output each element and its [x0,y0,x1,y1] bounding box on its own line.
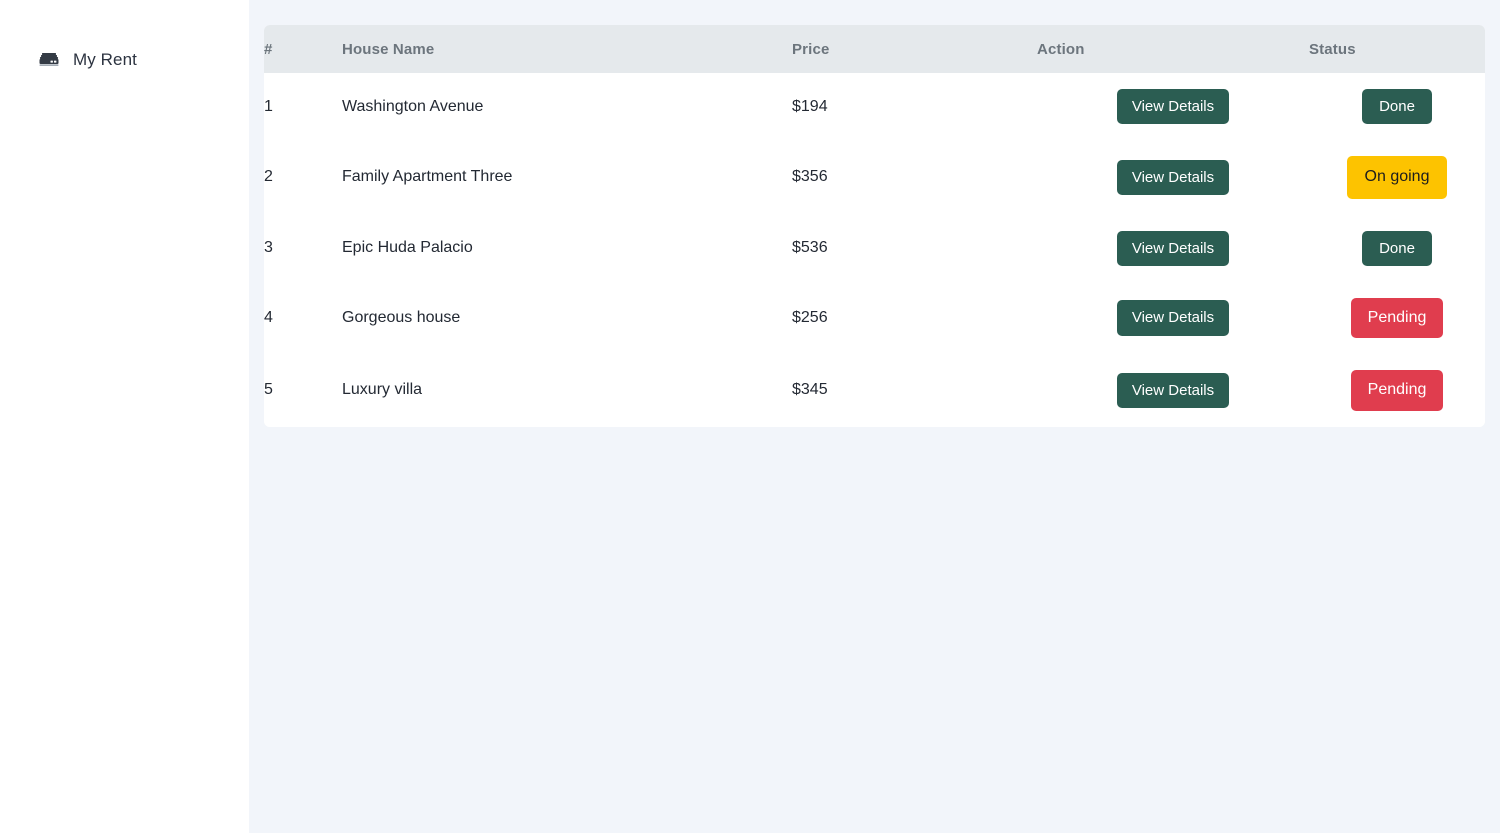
status-cell: On going [1309,140,1485,215]
status-cell: Pending [1309,281,1485,355]
sidebar-item-my-rent[interactable]: My Rent [0,44,249,76]
table-body: 1 Washington Avenue $194 View Details Do… [264,73,1485,427]
action-cell: View Details [1037,140,1309,215]
row-number: 2 [264,140,342,215]
house-price: $256 [792,281,1037,355]
row-number: 4 [264,281,342,355]
sidebar-item-label: My Rent [73,50,137,69]
action-cell: View Details [1037,73,1309,141]
status-cell: Done [1309,73,1485,141]
status-cell: Done [1309,214,1485,282]
status-badge[interactable]: Pending [1350,297,1444,339]
table-header-row: # House Name Price Action Status [264,25,1485,73]
table-row: 2 Family Apartment Three $356 View Detai… [264,140,1485,215]
rent-table: # House Name Price Action Status 1 Washi… [264,25,1485,427]
row-number: 5 [264,354,342,427]
column-header-house-name: House Name [342,25,792,73]
house-price: $356 [792,140,1037,215]
status-badge[interactable]: Done [1362,89,1432,125]
table-head: # House Name Price Action Status [264,25,1485,73]
view-details-button[interactable]: View Details [1116,372,1230,409]
house-name: Family Apartment Three [342,140,792,215]
house-name: Washington Avenue [342,73,792,141]
table-row: 4 Gorgeous house $256 View Details Pendi… [264,281,1485,355]
table-row: 1 Washington Avenue $194 View Details Do… [264,73,1485,141]
row-number: 3 [264,214,342,282]
house-price: $345 [792,354,1037,427]
rent-table-card: # House Name Price Action Status 1 Washi… [264,25,1485,427]
house-name: Luxury villa [342,354,792,427]
sidebar: My Rent [0,0,249,833]
house-name: Gorgeous house [342,281,792,355]
status-badge[interactable]: Pending [1350,370,1444,411]
bed-icon [38,50,62,70]
table-row: 5 Luxury villa $345 View Details Pending [264,354,1485,427]
main-content: # House Name Price Action Status 1 Washi… [249,0,1500,833]
action-cell: View Details [1037,354,1309,427]
status-badge[interactable]: On going [1346,156,1448,199]
status-cell: Pending [1309,354,1485,427]
house-price: $194 [792,73,1037,141]
app-root: My Rent # House Name Price Action Status [0,0,1500,833]
action-cell: View Details [1037,214,1309,282]
view-details-button[interactable]: View Details [1116,89,1230,125]
column-header-status: Status [1309,25,1485,73]
status-badge[interactable]: Done [1362,230,1432,266]
column-header-price: Price [792,25,1037,73]
house-price: $536 [792,214,1037,282]
view-details-button[interactable]: View Details [1116,159,1230,196]
view-details-button[interactable]: View Details [1116,300,1230,336]
column-header-number: # [264,25,342,73]
table-row: 3 Epic Huda Palacio $536 View Details Do… [264,214,1485,282]
row-number: 1 [264,73,342,141]
view-details-button[interactable]: View Details [1116,230,1230,266]
column-header-action: Action [1037,25,1309,73]
action-cell: View Details [1037,281,1309,355]
house-name: Epic Huda Palacio [342,214,792,282]
